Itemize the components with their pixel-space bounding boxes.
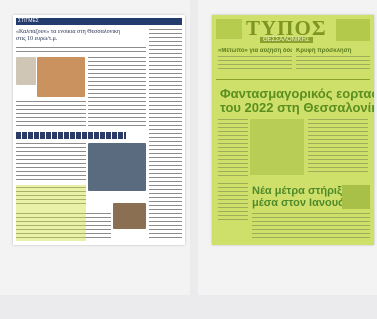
text-block <box>16 47 146 55</box>
right-page-panel[interactable]: ΤΥΠΟΣ ΘΕΣΣΑΛΟΝΙΚΗΣ «Μέτωπο» για αύξηση δ… <box>198 0 377 295</box>
left-page-panel[interactable]: ΣΤΙΓΜΕΣ «Καλπάζουν» τα ενοίκια στη Θεσσα… <box>0 0 190 295</box>
newspaper-thumbnail-left[interactable]: ΣΤΙΓΜΕΣ «Καλπάζουν» τα ενοίκια στη Θεσσα… <box>13 15 185 245</box>
text-block <box>16 143 86 183</box>
lead-headline-1: «Μέτωπο» για αύξηση δόσεων <box>218 48 292 54</box>
text-block <box>16 101 86 127</box>
main-headline-line2: του 2022 στη Θεσσαλονίκη <box>220 100 374 115</box>
secondary-headline-line1: Νέα μέτρα στήριξης <box>252 185 355 197</box>
main-photo <box>250 119 304 175</box>
divider <box>216 79 370 80</box>
masthead-photo <box>336 19 370 41</box>
text-block <box>252 213 370 239</box>
photo <box>16 57 36 85</box>
logo-badge <box>216 19 242 39</box>
main-headline-line1: Φαντασμαγορικός εορτασμός <box>220 86 374 101</box>
newspaper-logo-subtitle: ΘΕΣΣΑΛΟΝΙΚΗΣ <box>260 37 313 43</box>
photo <box>37 57 85 97</box>
headline: «Καλπάζουν» τα ενοίκια στη Θεσσαλονίκη <box>16 29 121 35</box>
text-block <box>296 56 370 72</box>
photo <box>88 143 146 191</box>
headline-2 <box>16 132 126 139</box>
lead-headline-2: Κρυφή πρόσκληση <box>296 48 352 54</box>
newspaper-thumbnail-right[interactable]: ΤΥΠΟΣ ΘΕΣΣΑΛΟΝΙΚΗΣ «Μέτωπο» για αύξηση δ… <box>212 15 374 245</box>
headline-line-2: στις 10 ευρώ/τ.μ. <box>16 36 58 42</box>
photo <box>113 203 146 229</box>
text-block <box>218 183 248 223</box>
text-block <box>308 119 368 175</box>
photo <box>342 185 370 209</box>
masthead: ΣΤΙΓΜΕΣ <box>16 18 182 25</box>
sidebar-column <box>149 29 182 241</box>
text-block <box>218 119 248 179</box>
text-block <box>218 56 292 72</box>
text-block <box>88 57 146 129</box>
highlight-area[interactable] <box>16 185 86 241</box>
